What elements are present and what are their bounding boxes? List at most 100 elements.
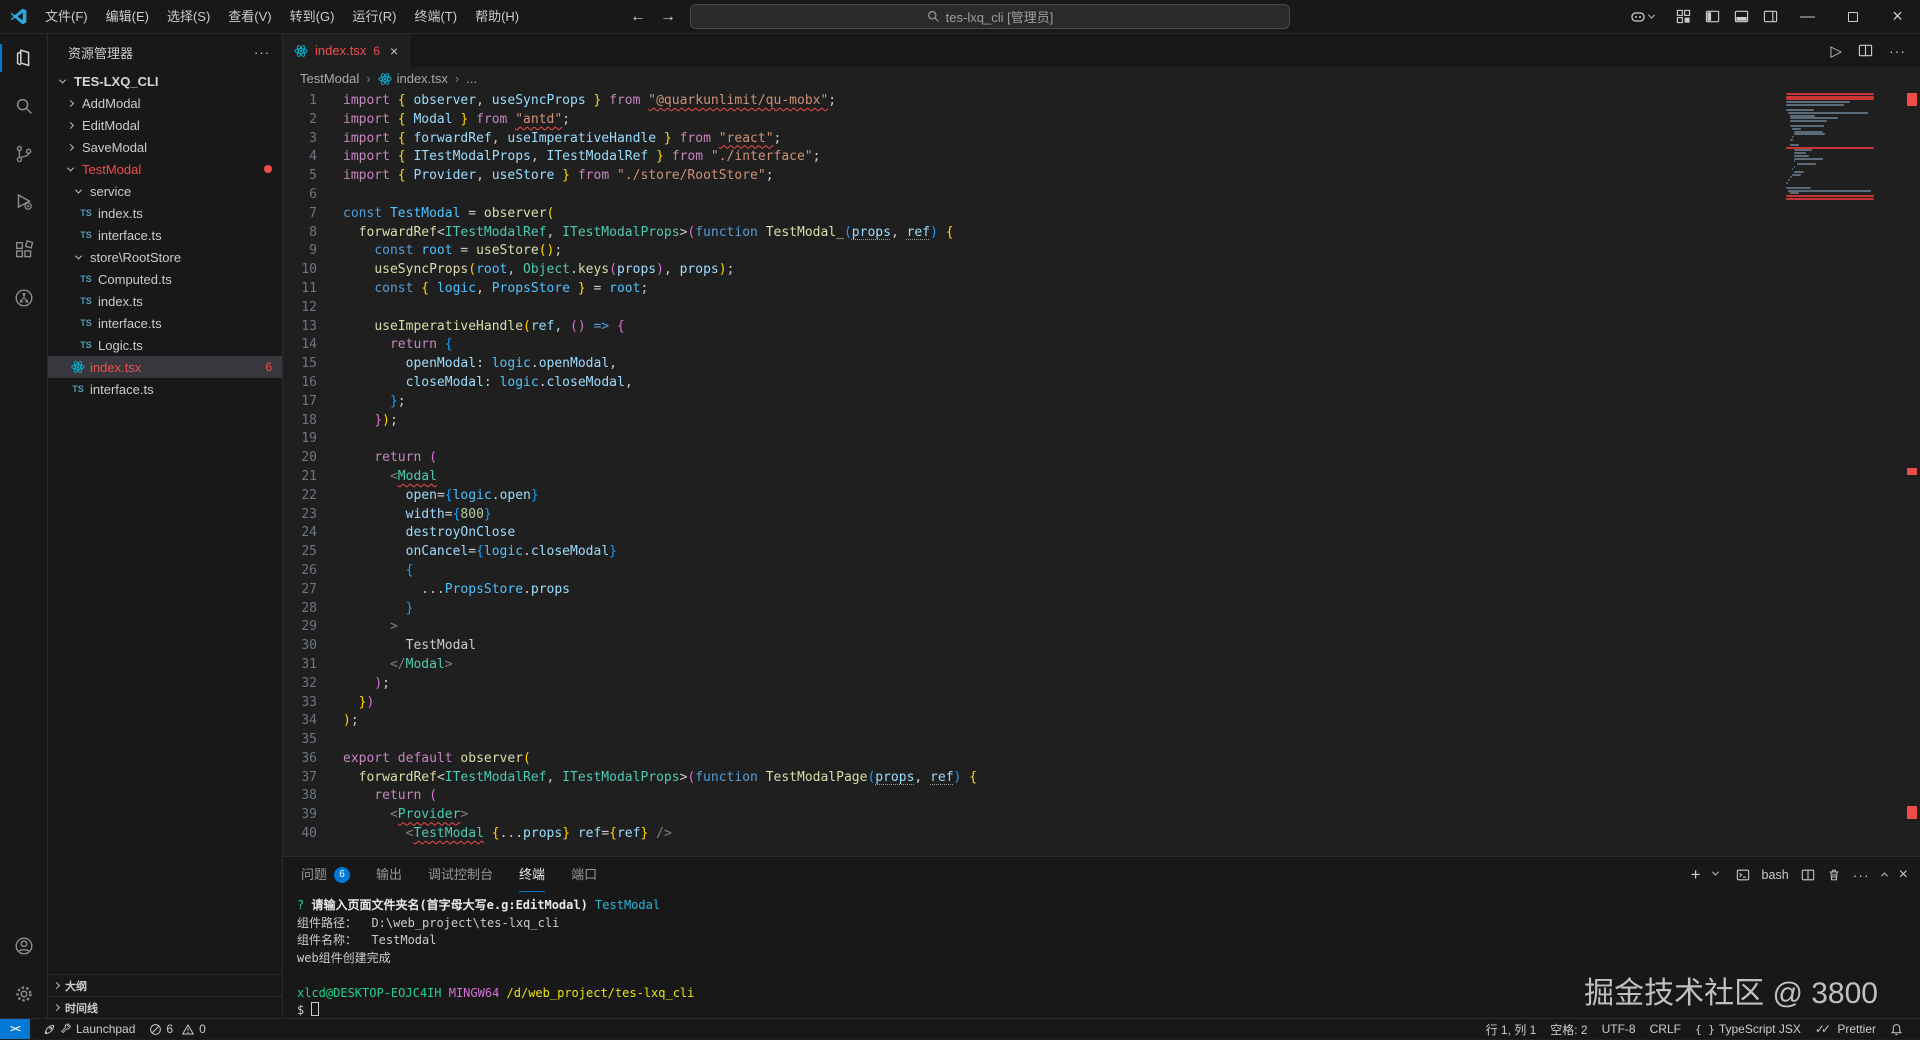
command-center-search[interactable]: tes-lxq_cli [管理员] (690, 4, 1290, 29)
menu-item-3[interactable]: 查看(V) (219, 0, 280, 33)
minimap[interactable] (1786, 93, 1876, 201)
breadcrumb[interactable]: TestModal›index.tsx›... (283, 67, 1920, 90)
code-line[interactable]: 21 <Modal (283, 468, 1920, 487)
code-line[interactable]: 35 (283, 731, 1920, 750)
tree-item-logic.ts[interactable]: TSLogic.ts (48, 334, 282, 356)
code-line[interactable]: 22 open={logic.open} (283, 487, 1920, 506)
code-line[interactable]: 11 const { logic, PropsStore } = root; (283, 280, 1920, 299)
tree-item-savemodal[interactable]: SaveModal (48, 136, 282, 158)
status-item-typescript-jsx[interactable]: { }TypeScript JSX (1688, 1022, 1808, 1036)
menu-item-0[interactable]: 文件(F) (36, 0, 97, 33)
code-line[interactable]: 28 } (283, 600, 1920, 619)
remote-indicator[interactable]: >< (0, 1019, 30, 1039)
code-line[interactable]: 25 onCancel={logic.closeModal} (283, 543, 1920, 562)
menu-item-6[interactable]: 终端(T) (405, 0, 466, 33)
code-line[interactable]: 34); (283, 712, 1920, 731)
explorer-more-actions-icon[interactable]: ··· (254, 45, 270, 60)
nav-forward-button[interactable]: → (660, 8, 676, 26)
close-button[interactable]: × (1875, 0, 1920, 33)
launchpad-item[interactable]: Launchpad (36, 1022, 142, 1036)
code-line[interactable]: 23 width={800} (283, 506, 1920, 525)
run-debug-icon[interactable] (0, 178, 47, 226)
menu-item-7[interactable]: 帮助(H) (466, 0, 528, 33)
code-line[interactable]: 33 }) (283, 694, 1920, 713)
code-line[interactable]: 32 ); (283, 675, 1920, 694)
tree-item-testmodal[interactable]: TestModal (48, 158, 282, 180)
code-line[interactable]: 3import { forwardRef, useImperativeHandl… (283, 130, 1920, 149)
sidebar-section-1[interactable]: 时间线 (48, 996, 282, 1018)
status-item--1-1[interactable]: 行 1, 列 1 (1479, 1021, 1544, 1038)
tree-item-tes-lxq-cli[interactable]: TES-LXQ_CLI (48, 70, 282, 92)
account-icon[interactable] (0, 922, 47, 970)
tree-item-index.tsx[interactable]: index.tsx6 (48, 356, 282, 378)
menu-item-5[interactable]: 运行(R) (343, 0, 405, 33)
terminal-profile-dropdown-icon[interactable] (1712, 868, 1719, 875)
code-line[interactable]: 13 useImperativeHandle(ref, () => { (283, 318, 1920, 337)
code-line[interactable]: 20 return ( (283, 449, 1920, 468)
code-line[interactable]: 9 const root = useStore(); (283, 242, 1920, 261)
explorer-icon[interactable] (0, 34, 47, 82)
run-file-icon[interactable]: ▷ (1830, 42, 1842, 60)
tree-item-service[interactable]: service (48, 180, 282, 202)
code-editor[interactable]: 1import { observer, useSyncProps } from … (283, 90, 1920, 856)
code-line[interactable]: 26 { (283, 562, 1920, 581)
tree-item-index.ts[interactable]: TSindex.ts (48, 290, 282, 312)
code-line[interactable]: 19 (283, 430, 1920, 449)
settings-icon[interactable] (0, 970, 47, 1018)
toggle-panel-icon[interactable] (1727, 0, 1756, 33)
minimize-button[interactable]: — (1785, 0, 1830, 33)
panel-tab-0[interactable]: 问题6 (301, 857, 350, 892)
close-panel-icon[interactable]: × (1899, 866, 1908, 884)
status-item-utf-8[interactable]: UTF-8 (1595, 1022, 1643, 1036)
sidebar-section-0[interactable]: 大纲 (48, 974, 282, 996)
menu-item-4[interactable]: 转到(G) (281, 0, 344, 33)
tab-close-icon[interactable]: × (390, 43, 398, 59)
maximize-panel-icon[interactable] (1881, 872, 1888, 879)
nav-back-button[interactable]: ← (630, 8, 646, 26)
editor-more-actions-icon[interactable]: ··· (1889, 43, 1906, 59)
status-item--2[interactable]: 空格: 2 (1543, 1021, 1594, 1038)
code-line[interactable]: 36export default observer( (283, 750, 1920, 769)
copilot-icon[interactable] (1623, 0, 1661, 33)
code-line[interactable]: 5import { Provider, useStore } from "./s… (283, 167, 1920, 186)
code-line[interactable]: 7const TestModal = observer( (283, 205, 1920, 224)
menu-item-2[interactable]: 选择(S) (158, 0, 219, 33)
code-line[interactable]: 17 }; (283, 393, 1920, 412)
split-editor-icon[interactable] (1858, 43, 1873, 58)
panel-tab-2[interactable]: 调试控制台 (428, 857, 493, 892)
problems-item[interactable]: 6 0 (142, 1022, 212, 1036)
code-line[interactable]: 29 > (283, 618, 1920, 637)
status-item-bell[interactable] (1883, 1023, 1910, 1036)
tree-item-index.ts[interactable]: TSindex.ts (48, 202, 282, 224)
code-line[interactable]: 16 closeModal: logic.closeModal, (283, 374, 1920, 393)
breadcrumb-item-0[interactable]: TestModal (300, 71, 359, 86)
remote-explorer-icon[interactable] (0, 274, 47, 322)
code-line[interactable]: 14 return { (283, 336, 1920, 355)
tree-item-computed.ts[interactable]: TSComputed.ts (48, 268, 282, 290)
code-line[interactable]: 10 useSyncProps(root, Object.keys(props)… (283, 261, 1920, 280)
tree-item-interface.ts[interactable]: TSinterface.ts (48, 378, 282, 400)
code-line[interactable]: 24 destroyOnClose (283, 524, 1920, 543)
tree-item-store-rootstore[interactable]: store\RootStore (48, 246, 282, 268)
extensions-icon[interactable] (0, 226, 47, 274)
panel-tab-1[interactable]: 输出 (376, 857, 402, 892)
status-item-prettier[interactable]: ✓✓ Prettier (1808, 1022, 1883, 1036)
code-line[interactable]: 1import { observer, useSyncProps } from … (283, 92, 1920, 111)
code-line[interactable]: 2import { Modal } from "antd"; (283, 111, 1920, 130)
panel-tab-3[interactable]: 终端 (519, 857, 545, 892)
status-item-crlf[interactable]: CRLF (1643, 1022, 1688, 1036)
code-line[interactable]: 15 openModal: logic.openModal, (283, 355, 1920, 374)
restore-button[interactable] (1830, 0, 1875, 33)
tree-item-editmodal[interactable]: EditModal (48, 114, 282, 136)
tree-item-interface.ts[interactable]: TSinterface.ts (48, 224, 282, 246)
terminal-shell-label[interactable]: bash (1762, 868, 1789, 882)
code-line[interactable]: 37 forwardRef<ITestModalRef, ITestModalP… (283, 769, 1920, 788)
toggle-secondary-sidebar-icon[interactable] (1756, 0, 1785, 33)
new-terminal-icon[interactable]: + (1691, 865, 1701, 885)
code-line[interactable]: 27 ...PropsStore.props (283, 581, 1920, 600)
tree-item-addmodal[interactable]: AddModal (48, 92, 282, 114)
breadcrumb-item-2[interactable]: ... (466, 71, 477, 86)
source-control-icon[interactable] (0, 130, 47, 178)
code-line[interactable]: 12 (283, 299, 1920, 318)
code-line[interactable]: 31 </Modal> (283, 656, 1920, 675)
